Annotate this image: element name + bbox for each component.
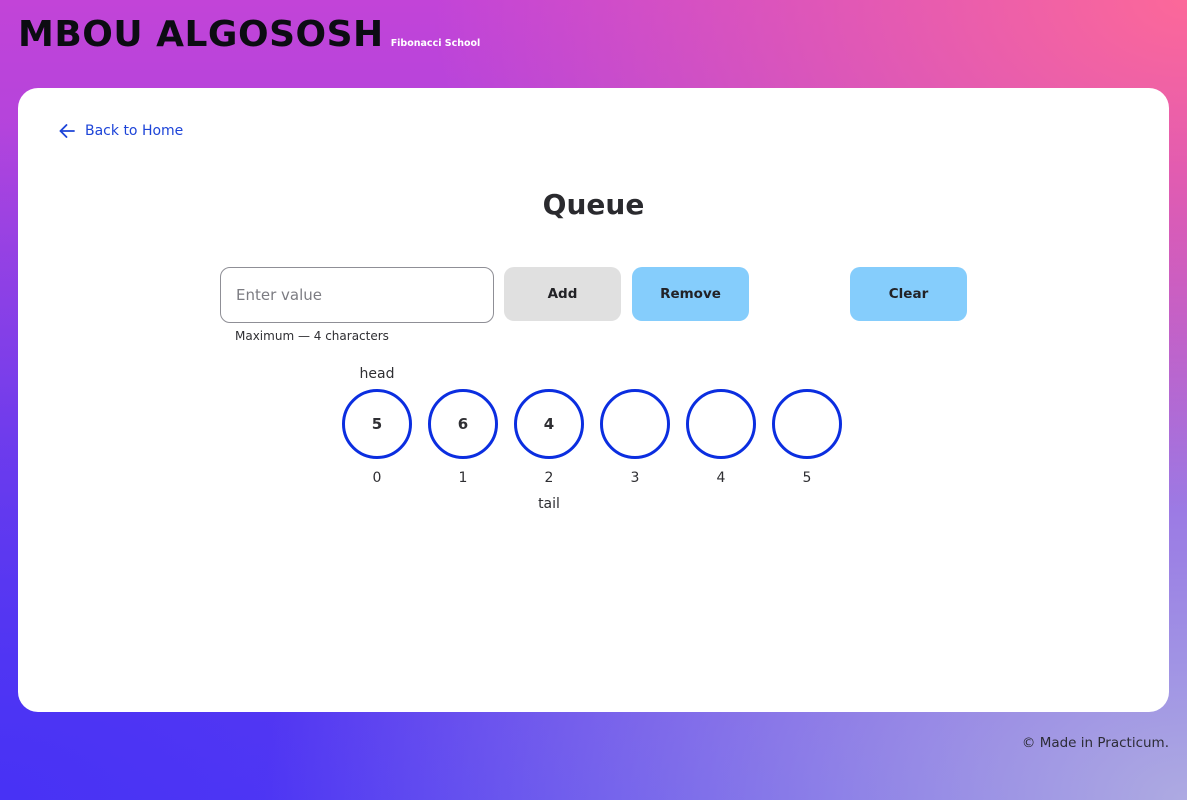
- main-card: Back to Home Queue Maximum — 4 character…: [18, 88, 1169, 712]
- queue-slot-1: 6 1: [428, 364, 498, 514]
- add-button[interactable]: Add: [504, 267, 621, 321]
- queue-slot-3: 3: [600, 364, 670, 514]
- page-title: Queue: [542, 188, 645, 221]
- slot-index: 0: [372, 470, 382, 486]
- input-hint: Maximum — 4 characters: [235, 329, 389, 343]
- queue-circle: [772, 389, 842, 459]
- slot-index: 3: [630, 470, 640, 486]
- queue-circle: [686, 389, 756, 459]
- brand-subtitle: Fibonacci School: [390, 38, 481, 49]
- back-to-home-link[interactable]: Back to Home: [58, 122, 183, 140]
- slot-index: 4: [716, 470, 726, 486]
- clear-button[interactable]: Clear: [850, 267, 967, 321]
- queue-slot-2: 4 2 tail: [514, 364, 584, 514]
- slot-index: 1: [458, 470, 468, 486]
- tail-label: tail: [538, 496, 560, 512]
- queue-circle: [600, 389, 670, 459]
- queue-circle: 6: [428, 389, 498, 459]
- remove-button[interactable]: Remove: [632, 267, 749, 321]
- value-input[interactable]: [220, 267, 494, 323]
- slot-index: 5: [802, 470, 812, 486]
- arrow-left-icon: [59, 124, 75, 138]
- queue-circle: 5: [342, 389, 412, 459]
- brand-title: MBOU ALGOSOSH: [18, 14, 384, 55]
- brand: MBOU ALGOSOSH Fibonacci School: [18, 14, 480, 55]
- queue-visualization: head 5 0 6 1 4 2 tail 3 4 5: [342, 364, 842, 514]
- queue-slot-4: 4: [686, 364, 756, 514]
- head-label: head: [359, 366, 395, 382]
- queue-circle: 4: [514, 389, 584, 459]
- footer-credit: © Made in Practicum.: [1021, 735, 1169, 751]
- queue-slot-0: head 5 0: [342, 364, 412, 514]
- back-to-home-label: Back to Home: [85, 123, 184, 139]
- slot-index: 2: [544, 470, 554, 486]
- queue-slot-5: 5: [772, 364, 842, 514]
